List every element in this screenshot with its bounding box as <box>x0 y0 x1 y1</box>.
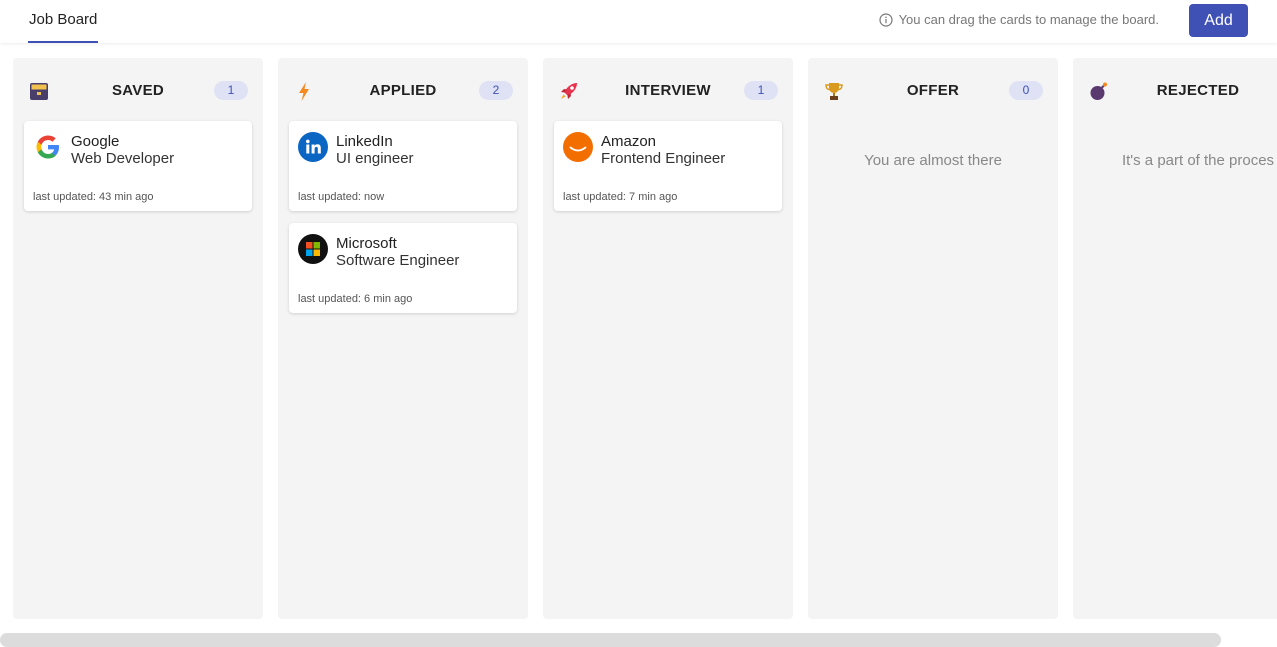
tab-job-board[interactable]: Job Board <box>28 0 99 43</box>
empty-column-message: It's a part of the proces <box>1121 152 1275 169</box>
microsoft-logo-icon <box>298 234 328 264</box>
column-interview: INTERVIEW 1 Amazon Frontend Engineer las… <box>543 58 793 619</box>
card-updated: last updated: now <box>298 191 385 203</box>
top-bar: Job Board You can drag the cards to mana… <box>0 0 1277 43</box>
card-company: Google <box>71 133 120 150</box>
empty-column-message: You are almost there <box>864 152 1002 169</box>
card-role: Frontend Engineer <box>601 150 726 167</box>
add-button[interactable]: Add <box>1189 4 1248 37</box>
column-rejected: REJECTED It's a part of the proces <box>1073 58 1277 619</box>
amazon-logo-icon <box>563 132 593 162</box>
column-applied: APPLIED 2 LinkedIn UI engineer last upda… <box>278 58 528 619</box>
info-icon <box>878 12 893 27</box>
board: SAVED 1 Google Web Developer last update… <box>0 58 1277 619</box>
card-role: Web Developer <box>71 150 175 167</box>
card-role: Software Engineer <box>336 252 460 269</box>
linkedin-logo-icon <box>298 132 328 162</box>
google-logo-icon <box>33 132 63 162</box>
column-count-badge: 2 <box>479 81 513 100</box>
card-company: Microsoft <box>336 235 397 252</box>
column-offer: OFFER 0 You are almost there <box>808 58 1058 619</box>
card-company: Amazon <box>601 133 657 150</box>
card-updated: last updated: 43 min ago <box>33 191 154 203</box>
job-card-amazon[interactable]: Amazon Frontend Engineer last updated: 7… <box>554 121 782 211</box>
card-role: UI engineer <box>336 150 414 167</box>
card-updated: last updated: 6 min ago <box>298 293 413 305</box>
job-card-google[interactable]: Google Web Developer last updated: 43 mi… <box>24 121 252 211</box>
job-card-linkedin[interactable]: LinkedIn UI engineer last updated: now <box>289 121 517 211</box>
column-count-badge: 1 <box>744 81 778 100</box>
horizontal-scrollbar[interactable] <box>0 633 1221 647</box>
drag-hint-text: You can drag the cards to manage the boa… <box>898 12 1159 27</box>
column-count-badge: 0 <box>1009 81 1043 100</box>
card-updated: last updated: 7 min ago <box>563 191 678 203</box>
job-card-microsoft[interactable]: Microsoft Software Engineer last updated… <box>289 223 517 313</box>
column-saved: SAVED 1 Google Web Developer last update… <box>13 58 263 619</box>
drag-hint: You can drag the cards to manage the boa… <box>878 12 1159 27</box>
column-title: REJECTED <box>1156 82 1240 99</box>
card-company: LinkedIn <box>336 133 393 150</box>
column-count-badge: 1 <box>214 81 248 100</box>
